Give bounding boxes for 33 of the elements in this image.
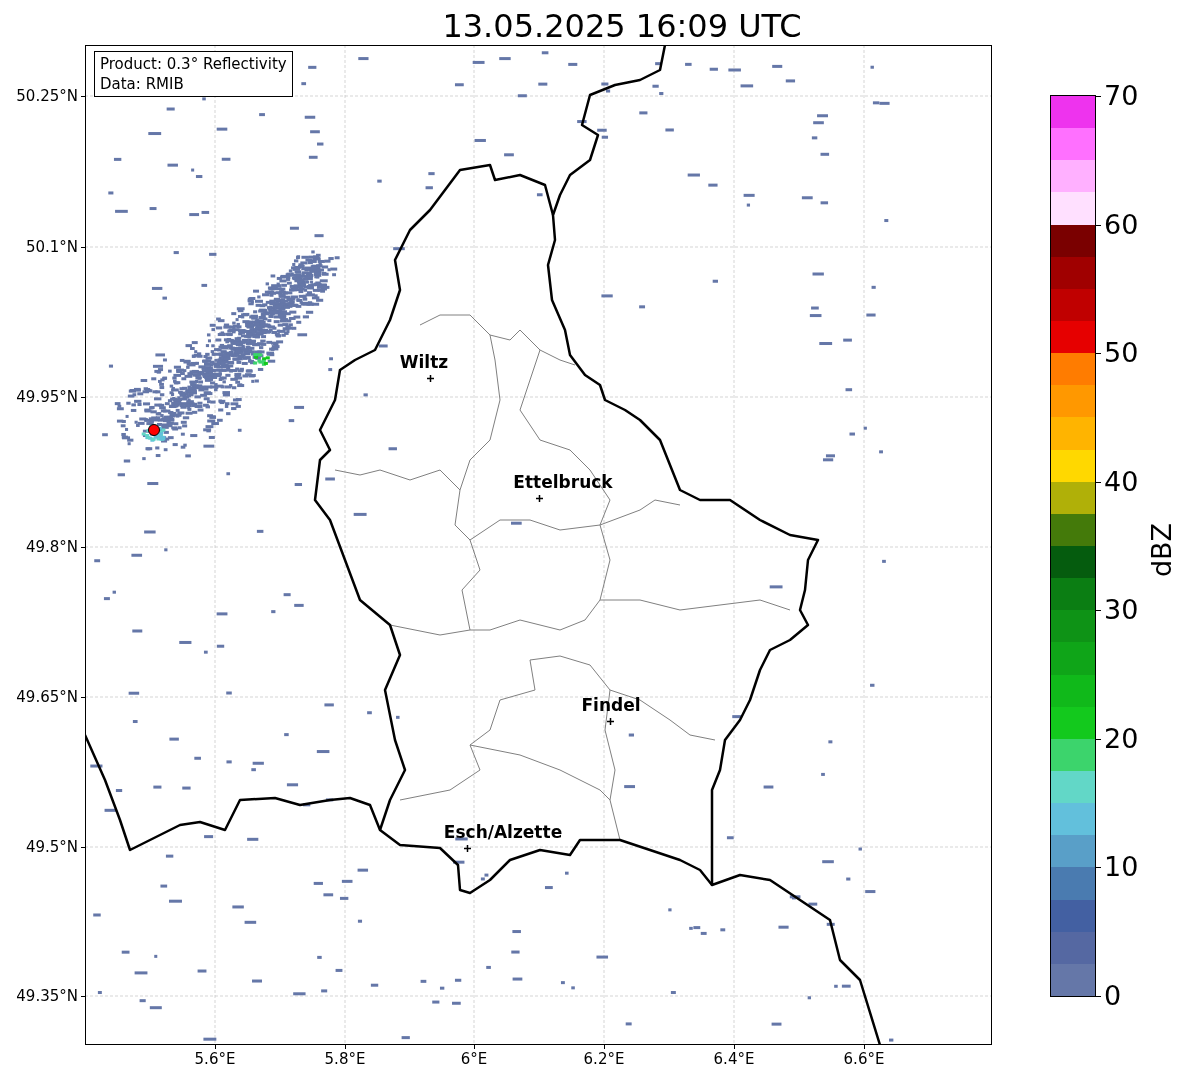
axis-tick-label: 50.25°N: [16, 87, 78, 105]
colorbar-tick-label: 20: [1104, 723, 1139, 754]
place-label: Wiltz: [399, 352, 449, 372]
axis-tick-label: 6.6°E: [843, 1050, 885, 1068]
cross-marker-icon: [607, 718, 614, 725]
colorbar-tick-label: 30: [1104, 595, 1139, 626]
colorbar-tick-label: 60: [1104, 209, 1139, 240]
axis-tick-label: 5.8°E: [324, 1050, 366, 1068]
cross-marker-icon: [536, 495, 543, 502]
axis-tick-label: 49.65°N: [16, 688, 78, 706]
colorbar-tick-label: 10: [1104, 852, 1139, 883]
colorbar-tick-label: 70: [1104, 81, 1139, 111]
axis-tick-label: 49.8°N: [25, 538, 78, 556]
place-label: Esch/Alzette: [443, 822, 563, 842]
axis-tick-label: 50.1°N: [25, 238, 78, 256]
chart-title: 13.05.2025 16:09 UTC: [441, 6, 802, 47]
axis-tick-label: 6.4°E: [713, 1050, 755, 1068]
colorbar-tick-label: 40: [1104, 466, 1139, 497]
colorbar-label: dBZ: [1147, 522, 1177, 578]
colorbar-tick-label: 0: [1104, 981, 1122, 1011]
axis-tick-label: 49.35°N: [16, 987, 78, 1005]
axis-tick-label: 6.2°E: [583, 1050, 625, 1068]
axis-tick-label: 5.6°E: [194, 1050, 236, 1068]
place-label: Ettelbruck: [513, 472, 613, 492]
cross-marker-icon: [464, 845, 471, 852]
info-text: Data: RMIB: [100, 74, 185, 94]
axis-tick-label: 49.5°N: [25, 838, 78, 856]
place-label: Findel: [581, 695, 641, 715]
cross-marker-icon: [427, 375, 434, 382]
axis-tick-label: 49.95°N: [16, 388, 78, 406]
info-text: Product: 0.3° Reflectivity: [100, 54, 287, 74]
colorbar-tick-label: 50: [1104, 338, 1139, 369]
axis-tick-label: 6°E: [460, 1050, 488, 1068]
